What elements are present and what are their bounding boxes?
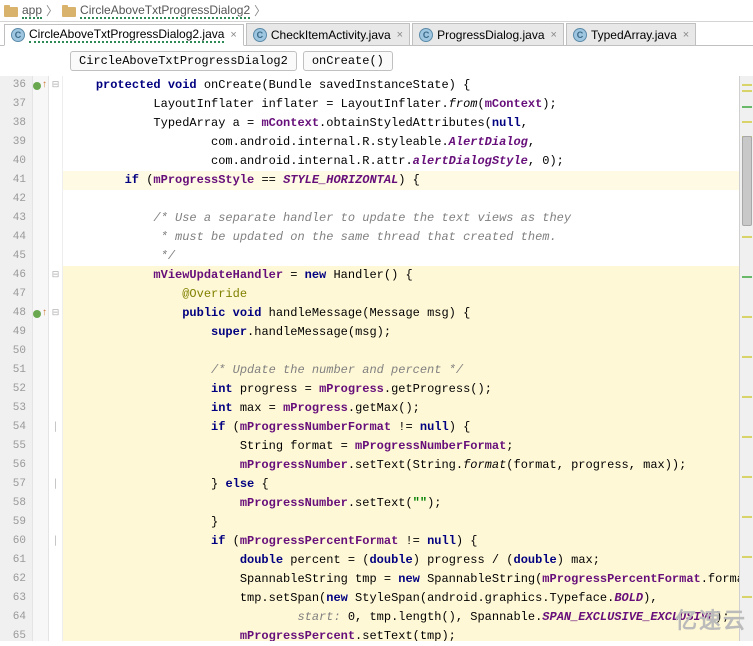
code-line[interactable]: /* Use a separate handler to update the … [63,209,739,228]
code-line[interactable]: mProgressPercent.setText(tmp); [63,627,739,641]
code-line[interactable]: double percent = (double) progress / (do… [63,551,739,570]
editor-tabs: C CircleAboveTxtProgressDialog2.java × C… [0,22,753,46]
java-class-icon: C [253,28,267,42]
nav-segment-dialog[interactable]: CircleAboveTxtProgressDialog2 [62,3,250,19]
code-line[interactable]: String format = mProgressNumberFormat; [63,437,739,456]
code-area[interactable]: protected void onCreate(Bundle savedInst… [63,76,739,641]
code-line[interactable]: mProgressNumber.setText(String.format(fo… [63,456,739,475]
code-line[interactable]: @Override [63,285,739,304]
code-line[interactable]: /* Update the number and percent */ [63,361,739,380]
tab-label: CircleAboveTxtProgressDialog2.java [29,27,224,43]
code-line[interactable]: } else { [63,475,739,494]
close-icon[interactable]: × [551,29,557,41]
nav-label: app [22,3,42,19]
close-icon[interactable]: × [230,29,236,41]
line-number-gutter: 3637383940414243444546474849505152535455… [0,76,33,641]
nav-separator: 〉 [46,2,58,19]
code-line[interactable] [63,342,739,361]
code-line[interactable]: int max = mProgress.getMax(); [63,399,739,418]
code-line[interactable]: protected void onCreate(Bundle savedInst… [63,76,739,95]
tab-circleabove[interactable]: C CircleAboveTxtProgressDialog2.java × [4,24,244,46]
code-line[interactable]: super.handleMessage(msg); [63,323,739,342]
crumb-class[interactable]: CircleAboveTxtProgressDialog2 [70,51,297,71]
code-line[interactable] [63,190,739,209]
code-line[interactable]: * must be updated on the same thread tha… [63,228,739,247]
code-line[interactable]: int progress = mProgress.getProgress(); [63,380,739,399]
breadcrumb-bar: CircleAboveTxtProgressDialog2 onCreate() [0,46,753,76]
folder-icon [62,5,76,17]
code-line[interactable]: mViewUpdateHandler = new Handler() { [63,266,739,285]
code-line[interactable]: if (mProgressStyle == STYLE_HORIZONTAL) … [63,171,739,190]
marker-gutter: ↑↑ [33,76,49,641]
code-line[interactable]: SpannableString tmp = new SpannableStrin… [63,570,739,589]
java-class-icon: C [573,28,587,42]
code-line[interactable]: public void handleMessage(Message msg) { [63,304,739,323]
fold-gutter: ⊟⊟⊟│││ [49,76,63,641]
vertical-scrollbar[interactable] [739,76,753,641]
tab-checkitem[interactable]: C CheckItemActivity.java × [246,23,410,45]
nav-label: CircleAboveTxtProgressDialog2 [80,3,250,19]
code-line[interactable]: if (mProgressNumberFormat != null) { [63,418,739,437]
tab-label: CheckItemActivity.java [271,28,391,42]
scrollbar-thumb[interactable] [742,136,752,226]
code-line[interactable]: com.android.internal.R.styleable.AlertDi… [63,133,739,152]
java-class-icon: C [419,28,433,42]
code-line[interactable]: */ [63,247,739,266]
java-class-icon: C [11,28,25,42]
tab-typedarray[interactable]: C TypedArray.java × [566,23,696,45]
code-editor: 3637383940414243444546474849505152535455… [0,76,753,641]
close-icon[interactable]: × [397,29,403,41]
code-line[interactable]: com.android.internal.R.attr.alertDialogS… [63,152,739,171]
nav-bar: app 〉 CircleAboveTxtProgressDialog2 〉 [0,0,753,22]
code-line[interactable]: LayoutInflater inflater = LayoutInflater… [63,95,739,114]
code-line[interactable]: tmp.setSpan(new StyleSpan(android.graphi… [63,589,739,608]
code-line[interactable]: mProgressNumber.setText(""); [63,494,739,513]
code-line[interactable]: if (mProgressPercentFormat != null) { [63,532,739,551]
code-line[interactable]: TypedArray a = mContext.obtainStyledAttr… [63,114,739,133]
close-icon[interactable]: × [683,29,689,41]
crumb-method[interactable]: onCreate() [303,51,393,71]
folder-icon [4,5,18,17]
tab-progressdialog[interactable]: C ProgressDialog.java × [412,23,564,45]
tab-label: ProgressDialog.java [437,28,544,42]
nav-segment-app[interactable]: app [4,3,42,19]
tab-label: TypedArray.java [591,28,677,42]
code-line[interactable]: start: 0, tmp.length(), Spannable.SPAN_E… [63,608,739,627]
nav-separator: 〉 [254,2,266,19]
code-line[interactable]: } [63,513,739,532]
